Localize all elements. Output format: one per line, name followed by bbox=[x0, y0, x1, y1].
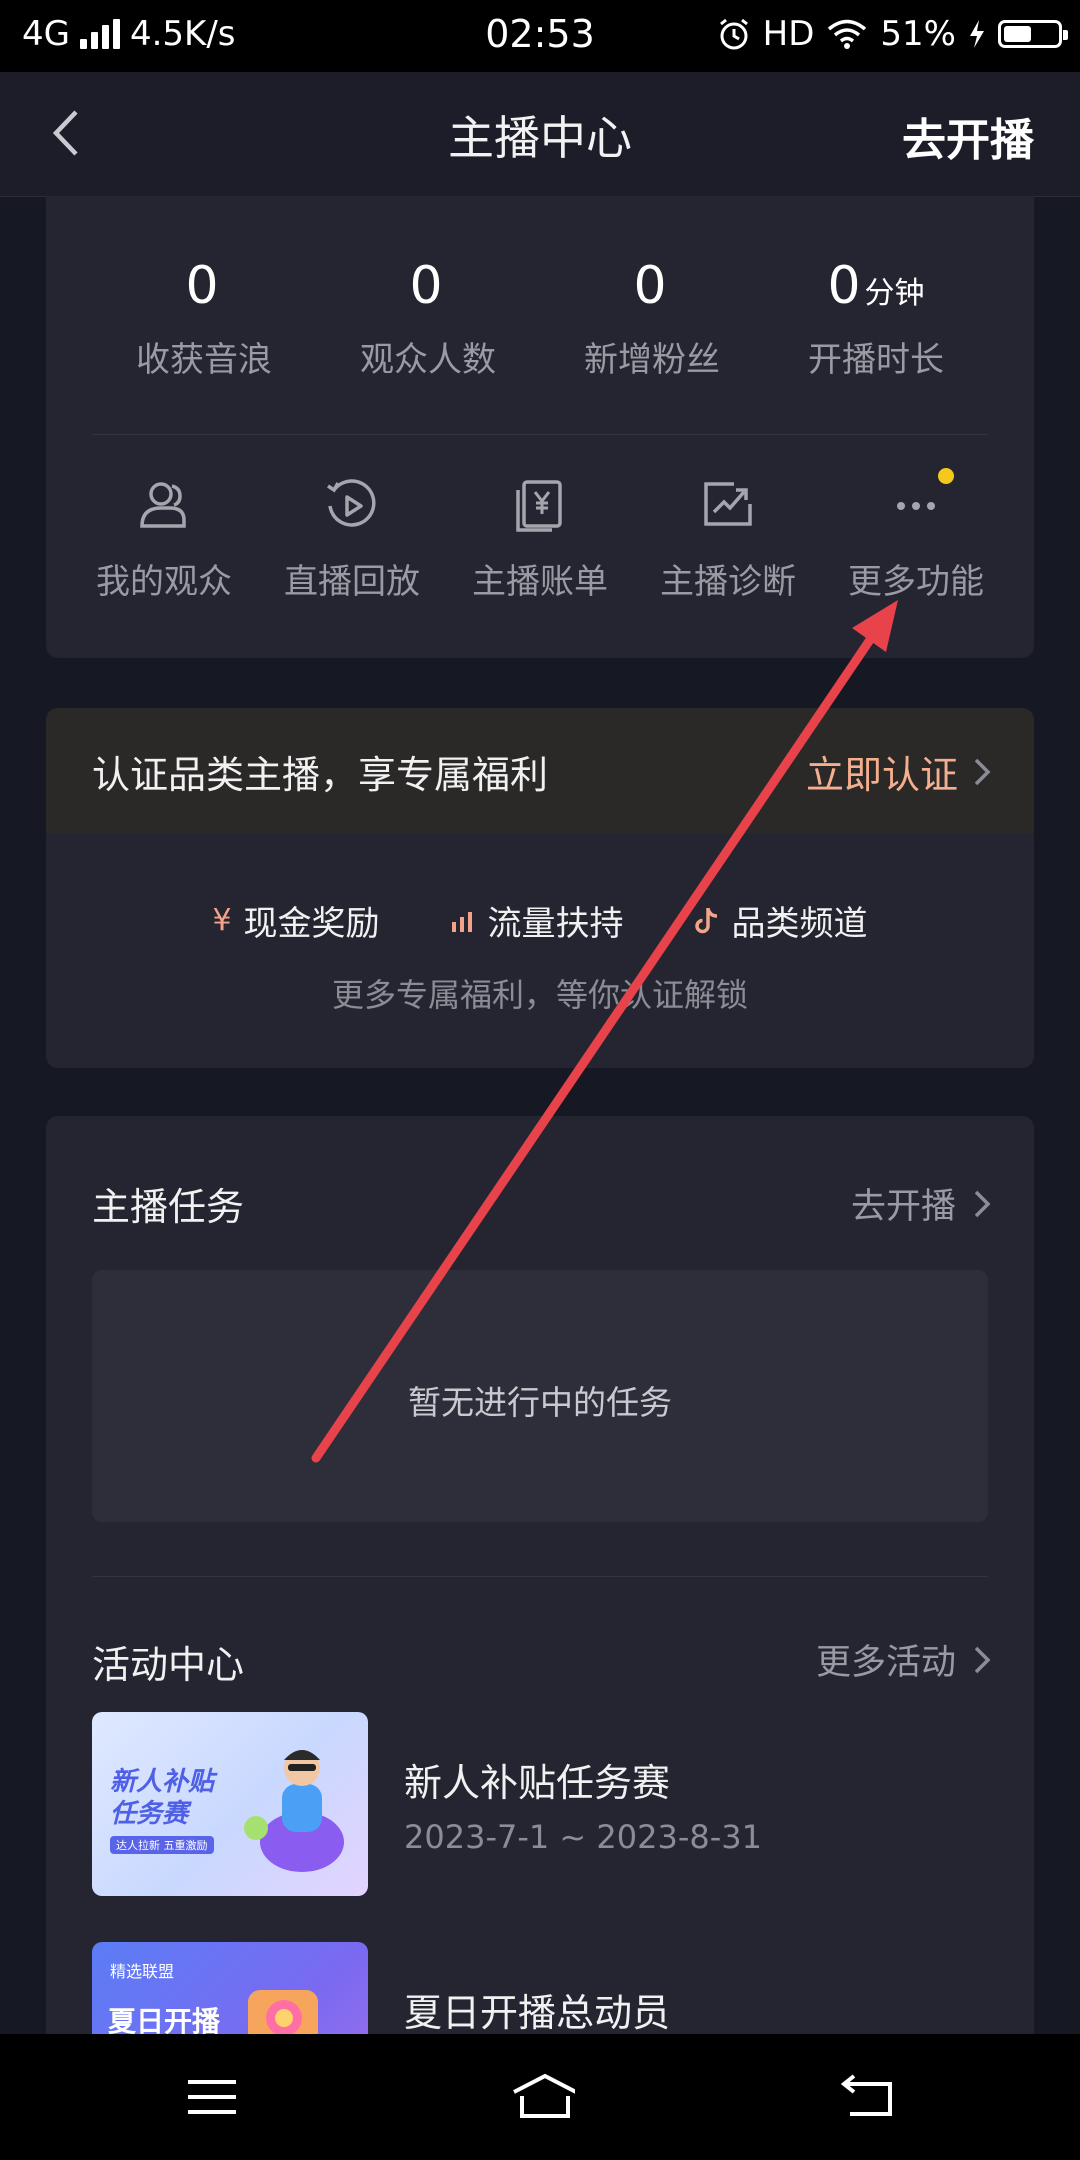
tool-label: 主播账单 bbox=[472, 562, 608, 602]
bill-icon bbox=[516, 480, 562, 532]
tool-my-audience[interactable]: 我的观众 bbox=[70, 476, 258, 603]
activities-title: 活动中心 bbox=[92, 1643, 245, 1687]
tasks-title: 主播任务 bbox=[92, 1185, 245, 1229]
menu-icon[interactable] bbox=[182, 2072, 242, 2122]
battery-icon bbox=[998, 20, 1068, 48]
activity-thumbnail: 新人补贴 任务赛 达人拉新 五重激励 bbox=[92, 1712, 368, 1896]
certification-subtitle: 更多专属福利，等你认证解锁 bbox=[331, 976, 748, 1014]
stat-duration[interactable]: 0 分钟 开播时长 bbox=[764, 256, 988, 381]
divider bbox=[92, 1576, 988, 1577]
wifi-icon bbox=[828, 19, 867, 49]
home-icon[interactable] bbox=[505, 2072, 575, 2122]
stats-card: 0 收获音浪 0 观众人数 0 新增粉丝 0 分钟 开播时长 我的观众 直播回放… bbox=[46, 196, 1034, 658]
diagnosis-icon bbox=[704, 482, 752, 526]
status-bar: 4G 4.5K/s 02:53 HD 51% bbox=[0, 0, 1080, 72]
empty-tasks-text: 暂无进行中的任务 bbox=[408, 1383, 672, 1422]
tool-more[interactable]: 更多功能 bbox=[822, 468, 1010, 603]
tool-bill[interactable]: 主播账单 bbox=[446, 476, 634, 603]
certification-title: 认证品类主播，享专属福利 bbox=[92, 753, 549, 797]
stat-income[interactable]: 0 收获音浪 bbox=[92, 256, 316, 381]
stat-value: 0 bbox=[827, 256, 861, 316]
stats-row: 0 收获音浪 0 观众人数 0 新增粉丝 0 分钟 开播时长 bbox=[92, 256, 988, 381]
stat-label: 新增粉丝 bbox=[584, 340, 720, 380]
tool-diagnosis[interactable]: 主播诊断 bbox=[634, 476, 822, 603]
stat-label: 观众人数 bbox=[360, 340, 496, 380]
stat-value: 0 bbox=[185, 256, 219, 316]
audience-icon bbox=[140, 482, 186, 528]
certification-header[interactable]: 认证品类主播，享专属福利 立即认证 bbox=[46, 708, 1034, 834]
stat-label: 收获音浪 bbox=[136, 340, 272, 380]
stat-value: 0 bbox=[409, 256, 443, 316]
back-icon[interactable] bbox=[838, 2072, 898, 2122]
tool-label: 更多功能 bbox=[848, 562, 984, 602]
chevron-right-icon bbox=[974, 1190, 991, 1217]
activity-item[interactable]: 精选联盟 夏日开播 夏日开播总动员 bbox=[92, 1942, 988, 2034]
notification-dot bbox=[938, 468, 954, 484]
tiktok-note-icon bbox=[694, 907, 717, 933]
tasks-card: 主播任务 去开播 暂无进行中的任务 活动中心 更多活动 新人补贴 任务赛 达人拉… bbox=[46, 1116, 1034, 2034]
go-live-button[interactable]: 去开播 bbox=[902, 104, 1034, 168]
stat-label: 开播时长 bbox=[808, 340, 944, 380]
stat-unit: 分钟 bbox=[864, 276, 925, 311]
stat-new-fans[interactable]: 0 新增粉丝 bbox=[540, 256, 764, 381]
alarm-icon bbox=[719, 18, 748, 50]
activity-title: 夏日开播总动员 bbox=[404, 1991, 671, 2034]
activity-item[interactable]: 新人补贴 任务赛 达人拉新 五重激励 新人补贴任务赛 2023-7-1 ~ 20… bbox=[92, 1712, 988, 1896]
battery-percent: 51% bbox=[880, 14, 956, 54]
stat-value: 0 bbox=[633, 256, 667, 316]
more-activities-link[interactable]: 更多活动 bbox=[816, 1634, 992, 1685]
chevron-right-icon bbox=[974, 758, 991, 785]
divider bbox=[92, 434, 988, 435]
yuan-icon: ¥ bbox=[212, 903, 232, 938]
activity-date: 2023-7-1 ~ 2023-8-31 bbox=[404, 1818, 763, 1856]
tasks-go-live-link[interactable]: 去开播 bbox=[851, 1178, 992, 1229]
nav-bar: 主播中心 去开播 bbox=[0, 72, 1080, 197]
stat-viewers[interactable]: 0 观众人数 bbox=[316, 256, 540, 381]
activity-thumbnail: 精选联盟 夏日开播 bbox=[92, 1942, 368, 2034]
benefit-traffic: 流量扶持 bbox=[450, 896, 624, 945]
tool-replay[interactable]: 直播回放 bbox=[258, 476, 446, 603]
more-icon bbox=[897, 502, 935, 510]
benefit-cash: ¥ 现金奖励 bbox=[212, 903, 380, 944]
replay-icon bbox=[327, 479, 376, 527]
benefits-row: ¥ 现金奖励 流量扶持 品类频道 bbox=[46, 896, 1034, 945]
character-illustration bbox=[244, 1750, 344, 1872]
camera-illustration bbox=[248, 1990, 318, 2034]
tool-label: 直播回放 bbox=[284, 562, 420, 602]
signal-bars-icon bbox=[451, 911, 472, 932]
tool-label: 主播诊断 bbox=[660, 562, 796, 602]
system-nav-bar bbox=[0, 2034, 1080, 2160]
empty-tasks-box: 暂无进行中的任务 bbox=[92, 1270, 988, 1522]
activity-title: 新人补贴任务赛 bbox=[404, 1761, 671, 1805]
hd-badge: HD bbox=[762, 14, 815, 54]
tools-row: 我的观众 直播回放 主播账单 主播诊断 更多功能 bbox=[46, 468, 1034, 603]
charging-icon bbox=[970, 20, 984, 48]
certification-card: 认证品类主播，享专属福利 立即认证 ¥ 现金奖励 流量扶持 品类频道 更多专属福… bbox=[46, 708, 1034, 1068]
certify-now-link[interactable]: 立即认证 bbox=[806, 744, 992, 799]
chevron-right-icon bbox=[974, 1646, 991, 1673]
benefit-channel: 品类频道 bbox=[694, 896, 868, 945]
tool-label: 我的观众 bbox=[96, 562, 232, 602]
